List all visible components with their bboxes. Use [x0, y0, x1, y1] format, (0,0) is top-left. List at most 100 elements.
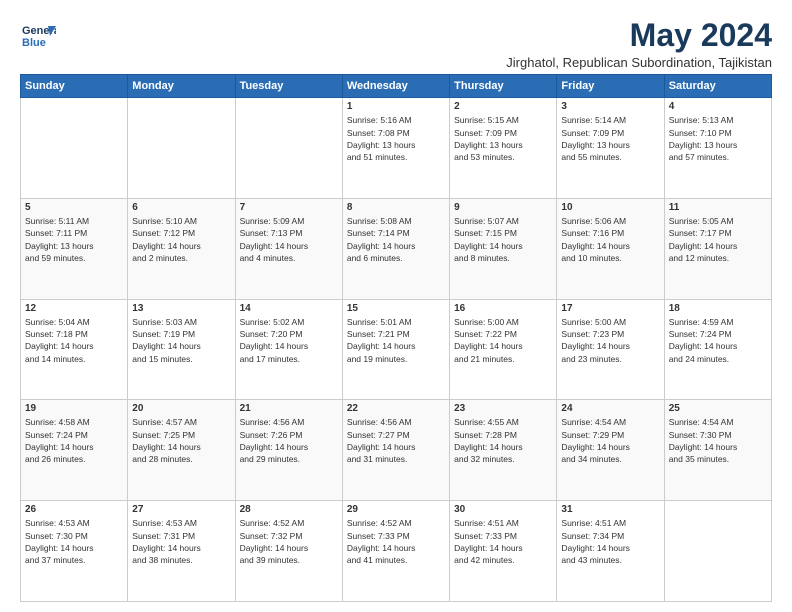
day-info: Sunrise: 5:08 AM Sunset: 7:14 PM Dayligh…: [347, 215, 445, 264]
day-info: Sunrise: 5:09 AM Sunset: 7:13 PM Dayligh…: [240, 215, 338, 264]
day-number: 25: [669, 403, 767, 414]
col-friday: Friday: [557, 75, 664, 98]
day-info: Sunrise: 4:51 AM Sunset: 7:33 PM Dayligh…: [454, 517, 552, 566]
logo-icon: General Blue: [20, 18, 56, 54]
header: General Blue May 2024 Jirghatol, Republi…: [20, 18, 772, 70]
day-info: Sunrise: 5:16 AM Sunset: 7:08 PM Dayligh…: [347, 114, 445, 163]
day-cell: 18 Sunrise: 4:59 AM Sunset: 7:24 PM Dayli…: [664, 299, 771, 400]
day-cell: 4Sunrise: 5:13 AM Sunset: 7:10 PM Daylig…: [664, 98, 771, 199]
day-number: 30: [454, 504, 552, 515]
day-info: Sunrise: 4:56 AM Sunset: 7:26 PM Dayligh…: [240, 416, 338, 465]
day-number: 11: [669, 202, 767, 213]
day-cell: 23Sunrise: 4:55 AM Sunset: 7:28 PM Dayli…: [450, 400, 557, 501]
day-info: Sunrise: 5:00 AM Sunset: 7:22 PM Dayligh…: [454, 316, 552, 365]
day-cell: 15 Sunrise: 5:01 AM Sunset: 7:21 PM Dayli…: [342, 299, 449, 400]
week-row-3: 12 Sunrise: 5:04 AM Sunset: 7:18 PM Dayli…: [21, 299, 772, 400]
day-number: 3: [561, 101, 659, 112]
day-number: 20: [132, 403, 230, 414]
day-number: 28: [240, 504, 338, 515]
day-info: Sunrise: 5:05 AM Sunset: 7:17 PM Dayligh…: [669, 215, 767, 264]
day-info: Sunrise: 4:55 AM Sunset: 7:28 PM Dayligh…: [454, 416, 552, 465]
day-info: Sunrise: 5:10 AM Sunset: 7:12 PM Dayligh…: [132, 215, 230, 264]
day-number: 15: [347, 303, 445, 314]
week-row-2: 5 Sunrise: 5:11 AM Sunset: 7:11 PM Daylig…: [21, 198, 772, 299]
day-cell: 5 Sunrise: 5:11 AM Sunset: 7:11 PM Daylig…: [21, 198, 128, 299]
day-number: 31: [561, 504, 659, 515]
day-cell: 11 Sunrise: 5:05 AM Sunset: 7:17 PM Dayli…: [664, 198, 771, 299]
day-info: Sunrise: 5:00 AM Sunset: 7:23 PM Dayligh…: [561, 316, 659, 365]
col-tuesday: Tuesday: [235, 75, 342, 98]
day-cell: 25 Sunrise: 4:54 AM Sunset: 7:30 PM Dayli…: [664, 400, 771, 501]
day-info: Sunrise: 4:51 AM Sunset: 7:34 PM Dayligh…: [561, 517, 659, 566]
day-cell: 30 Sunrise: 4:51 AM Sunset: 7:33 PM Dayli…: [450, 501, 557, 602]
day-cell: 29 Sunrise: 4:52 AM Sunset: 7:33 PM Dayli…: [342, 501, 449, 602]
week-row-5: 26Sunrise: 4:53 AM Sunset: 7:30 PM Dayli…: [21, 501, 772, 602]
day-cell: 10 Sunrise: 5:06 AM Sunset: 7:16 PM Dayli…: [557, 198, 664, 299]
day-cell: 9Sunrise: 5:07 AM Sunset: 7:15 PM Daylig…: [450, 198, 557, 299]
day-info: Sunrise: 5:15 AM Sunset: 7:09 PM Dayligh…: [454, 114, 552, 163]
day-cell: 24Sunrise: 4:54 AM Sunset: 7:29 PM Dayli…: [557, 400, 664, 501]
day-number: 5: [25, 202, 123, 213]
week-row-4: 19 Sunrise: 4:58 AM Sunset: 7:24 PM Dayli…: [21, 400, 772, 501]
day-info: Sunrise: 4:52 AM Sunset: 7:33 PM Dayligh…: [347, 517, 445, 566]
day-cell: [128, 98, 235, 199]
day-number: 19: [25, 403, 123, 414]
day-number: 9: [454, 202, 552, 213]
day-number: 22: [347, 403, 445, 414]
day-cell: 22Sunrise: 4:56 AM Sunset: 7:27 PM Dayli…: [342, 400, 449, 501]
day-cell: 7 Sunrise: 5:09 AM Sunset: 7:13 PM Daylig…: [235, 198, 342, 299]
day-number: 7: [240, 202, 338, 213]
day-info: Sunrise: 5:04 AM Sunset: 7:18 PM Dayligh…: [25, 316, 123, 365]
day-info: Sunrise: 4:53 AM Sunset: 7:31 PM Dayligh…: [132, 517, 230, 566]
col-wednesday: Wednesday: [342, 75, 449, 98]
day-number: 27: [132, 504, 230, 515]
calendar-header-row: Sunday Monday Tuesday Wednesday Thursday…: [21, 75, 772, 98]
day-number: 14: [240, 303, 338, 314]
col-thursday: Thursday: [450, 75, 557, 98]
day-number: 12: [25, 303, 123, 314]
day-cell: 16Sunrise: 5:00 AM Sunset: 7:22 PM Dayli…: [450, 299, 557, 400]
day-info: Sunrise: 5:01 AM Sunset: 7:21 PM Dayligh…: [347, 316, 445, 365]
day-cell: 26Sunrise: 4:53 AM Sunset: 7:30 PM Dayli…: [21, 501, 128, 602]
logo: General Blue: [20, 18, 60, 54]
day-cell: [235, 98, 342, 199]
day-info: Sunrise: 4:57 AM Sunset: 7:25 PM Dayligh…: [132, 416, 230, 465]
day-cell: 14 Sunrise: 5:02 AM Sunset: 7:20 PM Dayli…: [235, 299, 342, 400]
page: General Blue May 2024 Jirghatol, Republi…: [0, 0, 792, 612]
day-info: Sunrise: 5:02 AM Sunset: 7:20 PM Dayligh…: [240, 316, 338, 365]
day-info: Sunrise: 4:58 AM Sunset: 7:24 PM Dayligh…: [25, 416, 123, 465]
day-info: Sunrise: 5:14 AM Sunset: 7:09 PM Dayligh…: [561, 114, 659, 163]
day-number: 21: [240, 403, 338, 414]
day-info: Sunrise: 4:53 AM Sunset: 7:30 PM Dayligh…: [25, 517, 123, 566]
day-number: 13: [132, 303, 230, 314]
day-number: 1: [347, 101, 445, 112]
day-cell: 8 Sunrise: 5:08 AM Sunset: 7:14 PM Daylig…: [342, 198, 449, 299]
day-cell: 6Sunrise: 5:10 AM Sunset: 7:12 PM Daylig…: [128, 198, 235, 299]
col-sunday: Sunday: [21, 75, 128, 98]
day-number: 29: [347, 504, 445, 515]
week-row-1: 1 Sunrise: 5:16 AM Sunset: 7:08 PM Daylig…: [21, 98, 772, 199]
day-cell: 17 Sunrise: 5:00 AM Sunset: 7:23 PM Dayli…: [557, 299, 664, 400]
col-monday: Monday: [128, 75, 235, 98]
day-cell: [21, 98, 128, 199]
day-info: Sunrise: 4:54 AM Sunset: 7:30 PM Dayligh…: [669, 416, 767, 465]
day-cell: 13Sunrise: 5:03 AM Sunset: 7:19 PM Dayli…: [128, 299, 235, 400]
day-cell: 27 Sunrise: 4:53 AM Sunset: 7:31 PM Dayli…: [128, 501, 235, 602]
day-cell: 31 Sunrise: 4:51 AM Sunset: 7:34 PM Dayli…: [557, 501, 664, 602]
day-number: 24: [561, 403, 659, 414]
day-info: Sunrise: 4:59 AM Sunset: 7:24 PM Dayligh…: [669, 316, 767, 365]
day-info: Sunrise: 5:11 AM Sunset: 7:11 PM Dayligh…: [25, 215, 123, 264]
day-number: 10: [561, 202, 659, 213]
day-cell: 1 Sunrise: 5:16 AM Sunset: 7:08 PM Daylig…: [342, 98, 449, 199]
day-cell: 2Sunrise: 5:15 AM Sunset: 7:09 PM Daylig…: [450, 98, 557, 199]
day-number: 8: [347, 202, 445, 213]
day-cell: 12 Sunrise: 5:04 AM Sunset: 7:18 PM Dayli…: [21, 299, 128, 400]
day-number: 18: [669, 303, 767, 314]
day-info: Sunrise: 4:52 AM Sunset: 7:32 PM Dayligh…: [240, 517, 338, 566]
day-cell: 21 Sunrise: 4:56 AM Sunset: 7:26 PM Dayli…: [235, 400, 342, 501]
svg-text:Blue: Blue: [22, 37, 46, 49]
day-cell: 3 Sunrise: 5:14 AM Sunset: 7:09 PM Daylig…: [557, 98, 664, 199]
subtitle: Jirghatol, Republican Subordination, Taj…: [506, 55, 772, 70]
day-info: Sunrise: 5:06 AM Sunset: 7:16 PM Dayligh…: [561, 215, 659, 264]
day-number: 17: [561, 303, 659, 314]
